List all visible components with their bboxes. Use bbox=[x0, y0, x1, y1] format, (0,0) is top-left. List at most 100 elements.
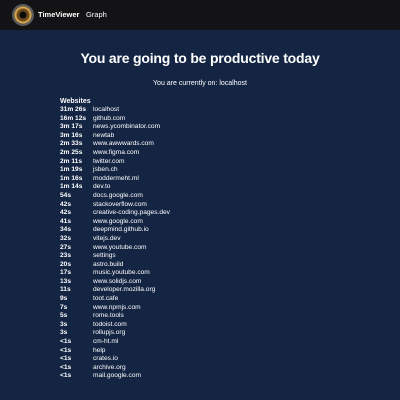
website-row: 7s www.npmjs.com bbox=[60, 304, 360, 313]
website-domain: dev.to bbox=[93, 183, 111, 191]
website-domain: archive.org bbox=[93, 363, 126, 371]
nav-timeviewer-link[interactable]: TimeViewer bbox=[38, 8, 79, 22]
website-domain: docs.google.com bbox=[93, 191, 143, 199]
website-time: 11s bbox=[60, 286, 71, 294]
website-time: 32s bbox=[60, 234, 72, 242]
website-domain: music.youtube.com bbox=[93, 269, 150, 277]
website-domain: moddermeht.ml bbox=[93, 174, 139, 182]
website-domain: crates.io bbox=[93, 355, 118, 363]
page-headline: You are going to be productive today bbox=[80, 50, 320, 66]
website-time: <1s bbox=[60, 355, 72, 363]
website-domain: jsben.ch bbox=[93, 166, 118, 174]
website-time: 16m 12s bbox=[60, 114, 87, 122]
websites-list: 31m 26s localhost 16m 12s github.com 3m 17s n… bbox=[60, 106, 360, 381]
website-row: 16m 12s github.com bbox=[60, 115, 360, 124]
website-domain: vitejs.dev bbox=[93, 234, 121, 242]
website-time: 3m 17s bbox=[60, 123, 83, 131]
website-row: <1s help bbox=[60, 347, 360, 356]
timeviewer-logo-icon[interactable] bbox=[12, 4, 34, 26]
website-time: 31m 26s bbox=[60, 106, 87, 113]
website-row: 3m 16s newtab bbox=[60, 132, 360, 141]
website-time: 42s bbox=[60, 209, 72, 217]
website-domain: developer.mozilla.org bbox=[93, 286, 156, 294]
website-row: 3m 17s news.ycombinator.com bbox=[60, 123, 360, 132]
main-content: You are going to be productive today You… bbox=[0, 30, 400, 400]
website-time: 1m 14s bbox=[60, 183, 83, 191]
website-domain: localhost bbox=[93, 106, 120, 113]
website-row: 5s rome.tools bbox=[60, 312, 360, 321]
website-time: <1s bbox=[60, 338, 72, 346]
website-row: 23s settings bbox=[60, 252, 360, 261]
website-row: 3s rollupjs.org bbox=[60, 329, 360, 338]
website-domain: www.youtube.com bbox=[93, 243, 147, 251]
website-row: 2m 33s www.awwwards.com bbox=[60, 140, 360, 149]
website-domain: www.solidjs.com bbox=[93, 277, 142, 285]
website-time: 20s bbox=[60, 260, 72, 268]
website-time: 1m 19s bbox=[60, 166, 83, 174]
websites-heading: Websites bbox=[60, 98, 91, 105]
current-site-text: You are currently on: localhost bbox=[153, 80, 247, 87]
website-row: 27s www.youtube.com bbox=[60, 244, 360, 253]
website-domain: astro.build bbox=[93, 260, 124, 268]
website-row: 20s astro.build bbox=[60, 261, 360, 270]
website-time: 2m 33s bbox=[60, 140, 83, 148]
website-domain: creative-coding.pages.dev bbox=[93, 209, 170, 217]
website-time: 41s bbox=[60, 217, 72, 225]
website-domain: www.figma.com bbox=[93, 148, 140, 156]
navbar: TimeViewer Graph bbox=[0, 0, 400, 30]
website-domain: rome.tools bbox=[93, 312, 124, 320]
website-domain: cm-ht.ml bbox=[93, 338, 119, 346]
website-row: 11s developer.mozilla.org bbox=[60, 286, 360, 295]
website-row: 41s www.google.com bbox=[60, 218, 360, 227]
website-time: 3s bbox=[60, 329, 68, 337]
website-domain: newtab bbox=[93, 131, 115, 139]
website-domain: deepmind.github.io bbox=[93, 226, 149, 234]
website-row: 3s todoist.com bbox=[60, 321, 360, 330]
website-time: <1s bbox=[60, 346, 72, 354]
website-time: <1s bbox=[60, 363, 72, 371]
website-row: 32s vitejs.dev bbox=[60, 235, 360, 244]
website-row: 31m 26s localhost bbox=[60, 106, 360, 115]
website-time: 13s bbox=[60, 277, 72, 285]
website-row: 42s stackoverflow.com bbox=[60, 201, 360, 210]
website-domain: www.npmjs.com bbox=[93, 303, 141, 311]
website-domain: toot.cafe bbox=[93, 295, 119, 303]
website-row: 42s creative-coding.pages.dev bbox=[60, 209, 360, 218]
website-domain: stackoverflow.com bbox=[93, 200, 147, 208]
website-domain: www.awwwards.com bbox=[93, 140, 154, 148]
nav-graph-link[interactable]: Graph bbox=[86, 8, 107, 22]
website-row: 2m 25s www.figma.com bbox=[60, 149, 360, 158]
website-time: 2m 11s bbox=[60, 157, 82, 165]
website-time: 23s bbox=[60, 252, 72, 260]
website-time: 7s bbox=[60, 303, 68, 311]
website-domain: todoist.com bbox=[93, 320, 127, 328]
website-row: <1s crates.io bbox=[60, 355, 360, 364]
website-domain: twitter.com bbox=[93, 157, 125, 165]
website-row: 13s www.solidjs.com bbox=[60, 278, 360, 287]
website-row: 9s toot.cafe bbox=[60, 295, 360, 304]
website-time: 1m 16s bbox=[60, 174, 83, 182]
website-domain: mail.google.com bbox=[93, 372, 142, 380]
website-time: 3m 16s bbox=[60, 131, 83, 139]
website-time: 9s bbox=[60, 295, 68, 303]
website-domain: github.com bbox=[93, 114, 126, 122]
website-row: 17s music.youtube.com bbox=[60, 269, 360, 278]
website-row: 2m 11s twitter.com bbox=[60, 158, 360, 167]
website-domain: help bbox=[93, 346, 106, 354]
website-row: <1s mail.google.com bbox=[60, 372, 360, 381]
website-time: 42s bbox=[60, 200, 72, 208]
website-row: <1s archive.org bbox=[60, 364, 360, 373]
website-row: 34s deepmind.github.io bbox=[60, 226, 360, 235]
website-row: 1m 19s jsben.ch bbox=[60, 166, 360, 175]
website-domain: www.google.com bbox=[93, 217, 143, 225]
website-row: 1m 14s dev.to bbox=[60, 183, 360, 192]
website-domain: settings bbox=[93, 252, 116, 260]
website-time: <1s bbox=[60, 372, 72, 380]
website-time: 54s bbox=[60, 191, 72, 199]
website-domain: news.ycombinator.com bbox=[93, 123, 161, 131]
website-time: 17s bbox=[60, 269, 72, 277]
website-time: 2m 25s bbox=[60, 148, 83, 156]
website-row: 1m 16s moddermeht.ml bbox=[60, 175, 360, 184]
website-time: 27s bbox=[60, 243, 72, 251]
website-domain: rollupjs.org bbox=[93, 329, 126, 337]
